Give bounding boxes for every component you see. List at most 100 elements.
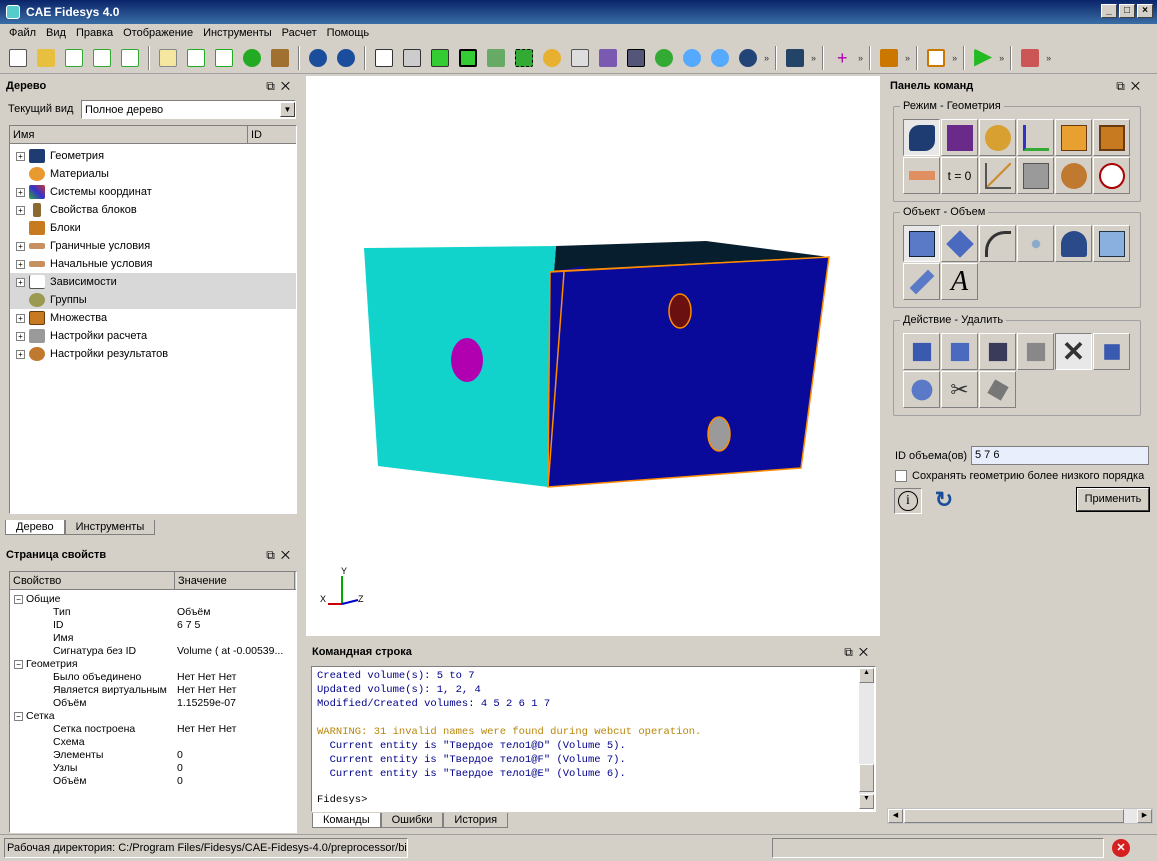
expand-icon[interactable]: + [16, 259, 25, 269]
mode-material-button[interactable] [979, 119, 1016, 156]
mode-inspect-button[interactable] [1093, 157, 1130, 194]
action-delete-button[interactable]: ✕ [1055, 333, 1092, 370]
action-copy-button[interactable] [979, 333, 1016, 370]
props-panel-controls[interactable]: ⧉✕ [266, 548, 296, 563]
toolbar-overflow-5[interactable]: » [952, 53, 957, 63]
mode-coordinates-button[interactable] [1017, 119, 1054, 156]
expand-icon[interactable]: + [16, 241, 25, 251]
3d-viewport[interactable]: Y X Z [306, 76, 880, 636]
tree-item-geometry[interactable]: + Геометрия [10, 147, 296, 165]
action-split-button[interactable] [1093, 333, 1130, 370]
tree-item-analysis-settings[interactable]: + Настройки расчета [10, 327, 296, 345]
object-measure-button[interactable] [903, 263, 940, 300]
cmd-scroll-thumb[interactable] [859, 764, 874, 792]
tab-commands[interactable]: Команды [312, 813, 381, 828]
tree-col-id[interactable]: ID [248, 126, 296, 143]
tab-tools[interactable]: Инструменты [64, 520, 156, 535]
tree-item-initial-conditions[interactable]: + Начальные условия [10, 255, 296, 273]
shaded-edges-button[interactable] [455, 45, 481, 71]
maximize-button[interactable]: □ [1119, 4, 1135, 18]
refresh-button[interactable] [651, 45, 677, 71]
window-view-button[interactable] [623, 45, 649, 71]
tree-panel-controls[interactable]: ⧉✕ [266, 79, 296, 94]
save-file-button[interactable] [61, 45, 87, 71]
chevron-down-icon[interactable]: ▼ [280, 102, 295, 117]
object-vertex-button[interactable] [1017, 225, 1054, 262]
mode-results-button[interactable] [1055, 157, 1092, 194]
lower-order-checkbox-row[interactable]: Сохранять геометрию более низкого порядк… [895, 470, 1144, 482]
apply-button[interactable]: Применить [1076, 487, 1150, 512]
box-view-button[interactable] [595, 45, 621, 71]
error-indicator-icon[interactable]: ✕ [1112, 839, 1130, 857]
expand-icon[interactable]: + [16, 331, 25, 341]
object-surface-button[interactable] [941, 225, 978, 262]
import-button[interactable] [89, 45, 115, 71]
undo-history-button[interactable] [305, 45, 331, 71]
expand-icon[interactable]: + [16, 313, 25, 323]
tree-item-dependencies[interactable]: + Зависимости [10, 273, 296, 291]
object-volume-button[interactable] [903, 225, 940, 262]
menu-view[interactable]: Вид [41, 27, 71, 39]
object-body-button[interactable] [1093, 225, 1130, 262]
tree-item-sets[interactable]: + Множества [10, 309, 296, 327]
lower-order-checkbox[interactable] [895, 470, 907, 482]
toolbar-overflow-4[interactable]: » [905, 53, 910, 63]
object-curve-button[interactable] [979, 225, 1016, 262]
play-script-button[interactable] [183, 45, 209, 71]
expand-icon[interactable]: + [16, 205, 25, 215]
menu-display[interactable]: Отображение [118, 27, 198, 39]
expand-icon[interactable]: + [16, 187, 25, 197]
tree-item-groups[interactable]: Группы [10, 291, 296, 309]
groups-button[interactable] [782, 45, 808, 71]
minimize-button[interactable]: _ [1101, 4, 1117, 18]
toolbar-overflow-3[interactable]: » [858, 53, 863, 63]
action-create-button[interactable] [903, 333, 940, 370]
menu-tools[interactable]: Инструменты [198, 27, 277, 39]
tab-tree[interactable]: Дерево [5, 520, 65, 535]
toolbar-overflow-2[interactable]: » [811, 53, 816, 63]
play-id-button[interactable] [211, 45, 237, 71]
mode-mesh-button[interactable] [941, 119, 978, 156]
script-button[interactable] [155, 45, 181, 71]
import-down-button[interactable] [876, 45, 902, 71]
shaded-button[interactable] [427, 45, 453, 71]
close-window-button[interactable]: × [1137, 4, 1153, 18]
run-button[interactable] [970, 45, 996, 71]
command-panel-controls[interactable]: ⧉✕ [1116, 79, 1146, 94]
geometry-display-button[interactable] [483, 45, 509, 71]
object-text-button[interactable]: A [941, 263, 978, 300]
info-button[interactable]: i [894, 488, 922, 514]
new-file-button[interactable] [5, 45, 31, 71]
tree-item-block-properties[interactable]: + Свойства блоков [10, 201, 296, 219]
volume-id-input[interactable]: 5 7 6 [971, 446, 1149, 465]
action-modify-button[interactable] [1017, 333, 1054, 370]
mode-analysis-button[interactable] [1017, 157, 1054, 194]
mode-blocks-button[interactable] [1055, 119, 1092, 156]
grid-button[interactable] [567, 45, 593, 71]
right-scroll-thumb[interactable] [904, 809, 1124, 823]
hidden-line-button[interactable] [399, 45, 425, 71]
right-panel-hscrollbar[interactable]: ◀ ▶ [887, 808, 1153, 824]
open-file-button[interactable] [33, 45, 59, 71]
toolbar-overflow-1[interactable]: » [764, 53, 769, 63]
tree-item-materials[interactable]: Материалы [10, 165, 296, 183]
pause-button[interactable] [239, 45, 265, 71]
tree-item-boundary-conditions[interactable]: + Граничные условия [10, 237, 296, 255]
toolbar-overflow-6[interactable]: » [999, 53, 1004, 63]
reset-button[interactable]: ↻ [931, 488, 957, 514]
rotate-view-button[interactable] [735, 45, 761, 71]
build-button[interactable] [267, 45, 293, 71]
action-clean-button[interactable] [979, 371, 1016, 408]
menu-file[interactable]: Файл [4, 27, 41, 39]
tree-item-coordinate-systems[interactable]: + Системы координат [10, 183, 296, 201]
export-button[interactable] [117, 45, 143, 71]
undo-button[interactable] [333, 45, 359, 71]
action-boolean-button[interactable] [903, 371, 940, 408]
view-select[interactable]: Полное дерево ▼ [81, 100, 296, 119]
command-prompt[interactable]: Fidesys> [317, 794, 367, 806]
tab-errors[interactable]: Ошибки [380, 813, 444, 828]
props-col-value[interactable]: Значение [175, 572, 295, 589]
expand-icon[interactable]: + [16, 277, 25, 287]
expand-icon[interactable]: + [16, 151, 25, 161]
tab-history[interactable]: История [443, 813, 509, 828]
